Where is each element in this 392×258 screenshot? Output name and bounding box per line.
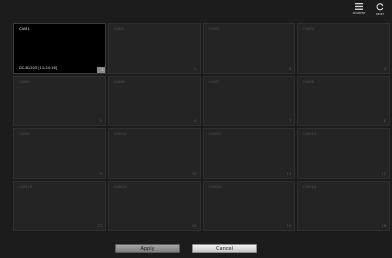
camera-number: 3 <box>288 66 292 71</box>
camera-name: CAM12 <box>303 132 317 136</box>
camera-cell-7[interactable]: CAM7 7 <box>202 75 296 126</box>
camera-cell-2[interactable]: CAM2 2 <box>107 23 201 74</box>
cancel-button[interactable]: Cancel <box>192 244 257 253</box>
apply-button[interactable]: Apply <box>115 244 180 253</box>
camera-name: CAM13 <box>19 184 33 189</box>
camera-number: 7 <box>288 119 292 123</box>
camera-cell-5[interactable]: CAM5 5 <box>13 75 106 126</box>
camera-name: CAM2 <box>113 27 125 31</box>
camera-name: CAM3 <box>208 27 220 31</box>
camera-number: 14 <box>191 224 197 228</box>
camera-name: CAM11 <box>208 132 222 136</box>
camera-number: 2 <box>194 66 197 71</box>
camera-name: CAM1 <box>19 27 30 31</box>
camera-name: CAM7 <box>208 79 220 84</box>
camera-name: CAM10 <box>113 132 127 136</box>
camera-cell-14[interactable]: CAM14 14 <box>107 180 201 231</box>
camera-name: CAM14 <box>113 184 127 189</box>
segment-icon <box>355 3 363 10</box>
camera-number: 11 <box>286 171 292 176</box>
camera-number: 13 <box>97 224 102 228</box>
camera-name: CAM8 <box>303 79 315 84</box>
camera-name: CAM5 <box>19 79 30 84</box>
camera-cell-10[interactable]: CAM10 10 <box>107 128 201 179</box>
camera-number: 8 <box>383 119 386 123</box>
camera-cell-6[interactable]: CAM6 6 <box>107 75 201 126</box>
camera-name: CAM15 <box>208 184 222 189</box>
camera-number: 16 <box>381 224 386 228</box>
reset-button[interactable]: RESET <box>371 0 389 20</box>
camera-cell-9[interactable]: CAM9 9 <box>13 128 106 179</box>
segment-label: SEGMENT <box>352 12 366 15</box>
camera-cell-8[interactable]: CAM8 8 <box>297 75 390 126</box>
action-bar: Apply Cancel <box>0 244 392 253</box>
camera-number: 6 <box>194 119 197 123</box>
reset-label: RESET <box>375 13 385 16</box>
camera-number: 5 <box>99 119 102 123</box>
camera-grid: CAM1 DC-B1203 [11:24:16] 1 CAM2 2 CAM3 3… <box>13 23 390 231</box>
camera-info: DC-B1203 [11:24:16] <box>19 65 58 70</box>
camera-name: CAM16 <box>303 184 317 189</box>
reset-icon <box>376 3 384 11</box>
camera-number: 4 <box>383 66 386 71</box>
camera-cell-15[interactable]: CAM15 15 <box>202 180 296 231</box>
camera-cell-11[interactable]: CAM11 11 <box>202 128 296 179</box>
camera-name: CAM6 <box>113 79 125 84</box>
camera-number-badge: 1 <box>96 66 105 73</box>
camera-cell-13[interactable]: CAM13 13 <box>13 180 106 231</box>
camera-number: 15 <box>286 224 292 228</box>
camera-number: 10 <box>191 171 197 176</box>
camera-name: CAM4 <box>303 27 315 31</box>
camera-cell-4[interactable]: CAM4 4 <box>297 23 390 74</box>
camera-number: 9 <box>99 171 102 176</box>
segment-button[interactable]: SEGMENT <box>350 0 368 20</box>
toolbar: SEGMENT RESET <box>350 0 392 22</box>
camera-number: 12 <box>381 171 386 176</box>
camera-cell-1[interactable]: CAM1 DC-B1203 [11:24:16] 1 <box>13 23 106 74</box>
camera-name: CAM9 <box>19 132 30 136</box>
camera-cell-16[interactable]: CAM16 16 <box>297 180 390 231</box>
camera-cell-12[interactable]: CAM12 12 <box>297 128 390 179</box>
camera-cell-3[interactable]: CAM3 3 <box>202 23 296 74</box>
